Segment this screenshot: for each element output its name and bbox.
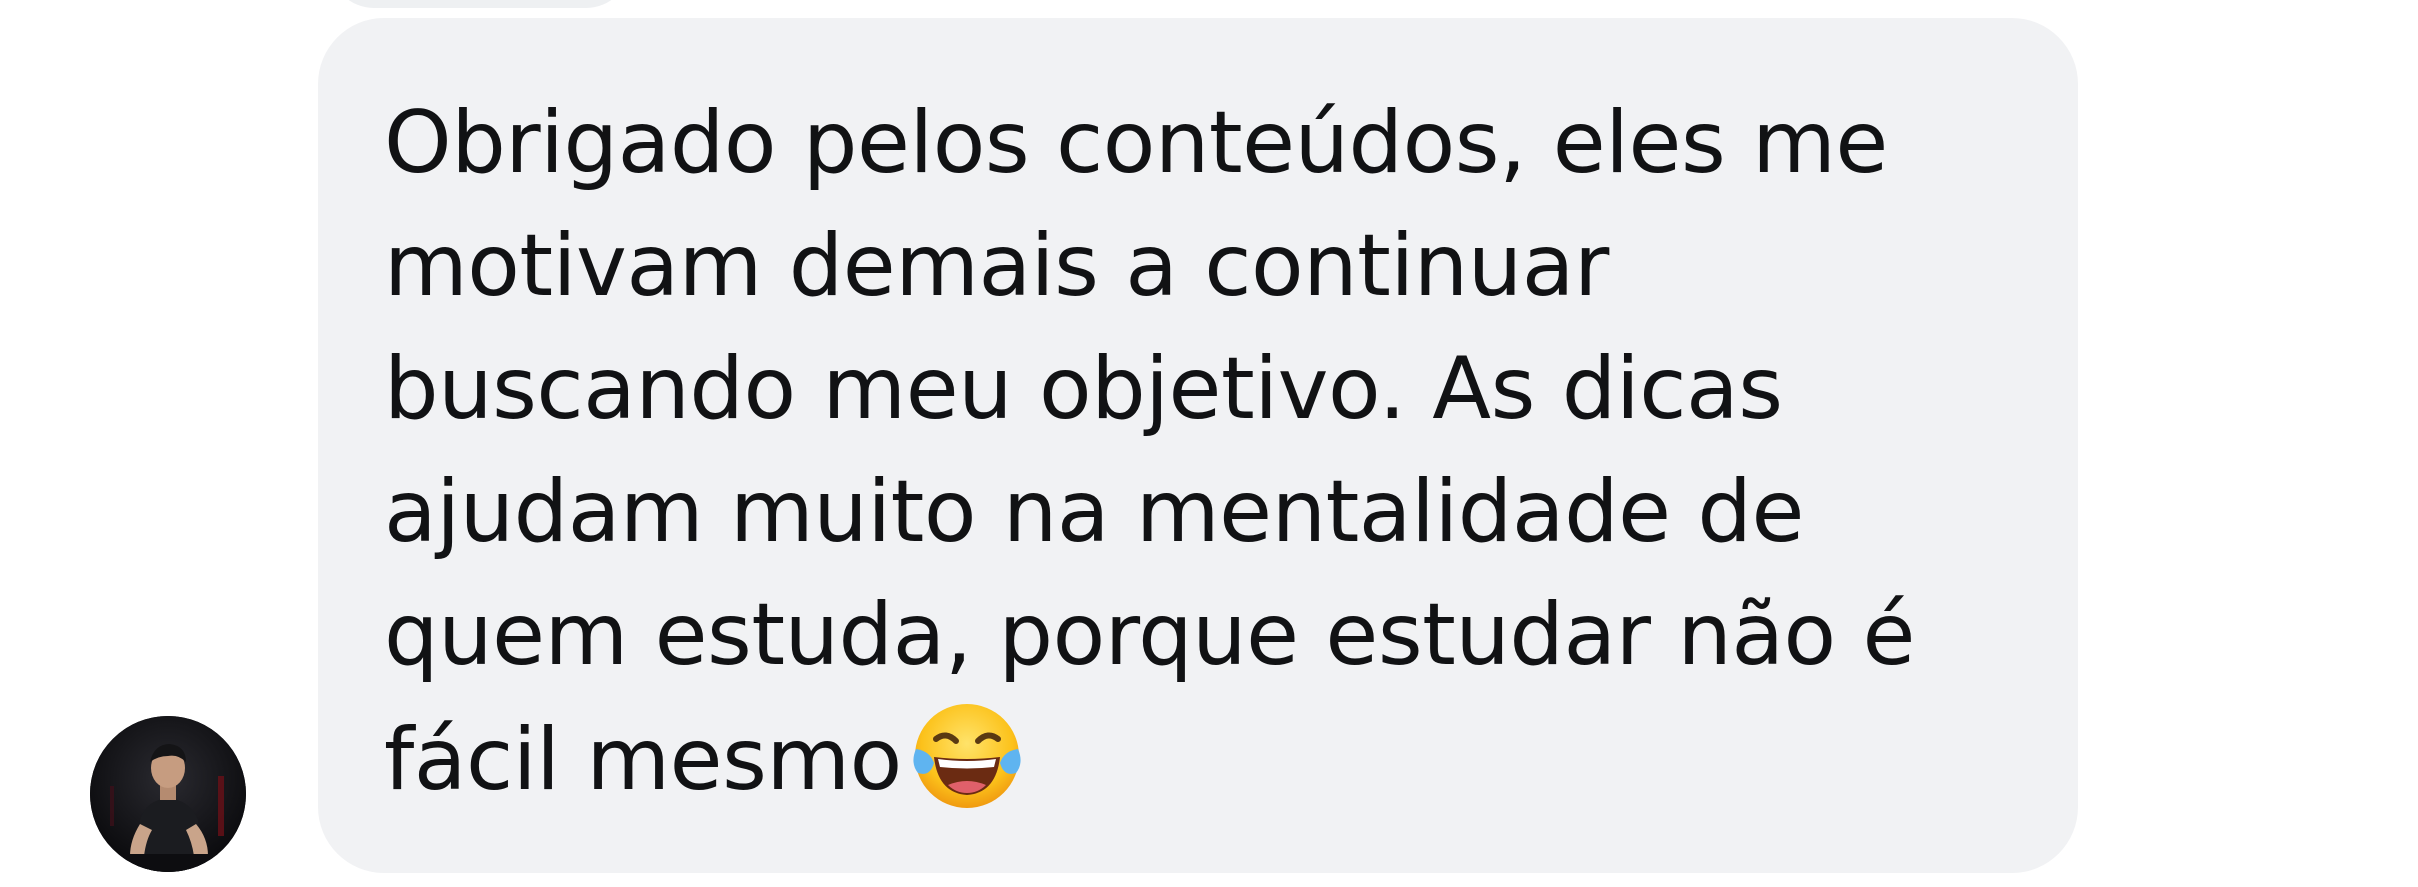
message-bubble[interactable]: Obrigado pelos conteúdos, eles me motiva… bbox=[318, 18, 2078, 873]
sender-avatar[interactable] bbox=[90, 716, 246, 872]
face-with-tears-of-joy-icon bbox=[908, 697, 1026, 815]
profile-photo-icon bbox=[90, 716, 246, 872]
message-row: Obrigado pelos conteúdos, eles me motiva… bbox=[0, 0, 2418, 887]
message-body: Obrigado pelos conteúdos, eles me motiva… bbox=[384, 93, 1915, 810]
chat-view: Obrigado pelos conteúdos, eles me motiva… bbox=[0, 0, 2418, 887]
message-text: Obrigado pelos conteúdos, eles me motiva… bbox=[384, 82, 2044, 822]
